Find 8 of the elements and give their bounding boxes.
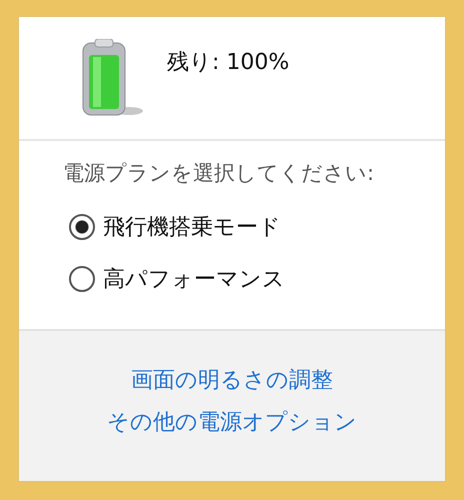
settings-link[interactable]: その他の電源オプション — [107, 407, 357, 437]
battery-remaining: 残り: 100% — [167, 49, 290, 77]
settings-link[interactable]: 画面の明るさの調整 — [131, 365, 333, 395]
plan-prompt: 電源プランを選択してください: — [63, 160, 376, 187]
radio-button[interactable] — [69, 214, 95, 240]
plan-option[interactable]: 飛行機搭乗モード — [103, 212, 281, 242]
radio-button[interactable] — [69, 266, 95, 292]
plan-option[interactable]: 高パフォーマンス — [103, 264, 285, 294]
